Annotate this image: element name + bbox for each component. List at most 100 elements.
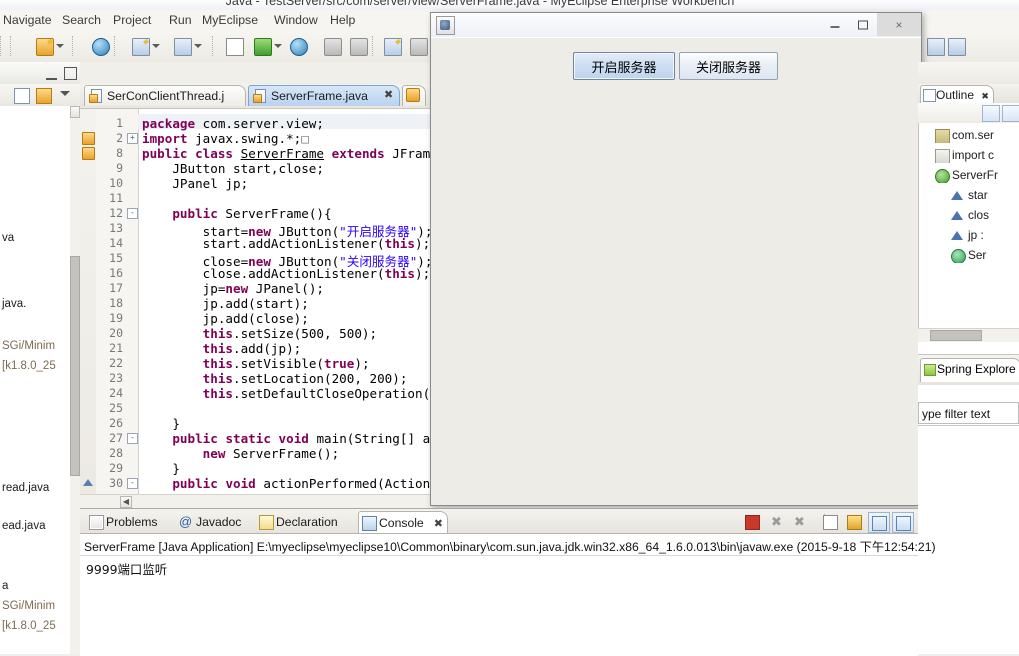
sort-outline-icon[interactable] bbox=[1002, 105, 1019, 122]
minimize-button[interactable] bbox=[821, 13, 849, 36]
terminate-button[interactable] bbox=[742, 512, 762, 531]
save-button[interactable] bbox=[90, 36, 110, 56]
tab-javadoc[interactable]: @ Javadoc bbox=[176, 511, 254, 533]
tab-problems[interactable]: Problems bbox=[86, 511, 174, 533]
editor-tab-close-icon[interactable]: ✖ bbox=[384, 90, 395, 101]
warning-marker-icon[interactable] bbox=[82, 147, 95, 160]
tab-spring-explorer[interactable]: Spring Explore bbox=[920, 358, 1019, 382]
close-icon: × bbox=[895, 17, 903, 32]
editor-tab-2[interactable]: ServerFrame.java ✖ bbox=[248, 85, 400, 106]
outline-row[interactable]: Ser bbox=[951, 247, 1019, 263]
package-explorer-row[interactable]: k1.8.0_25] bbox=[0, 360, 70, 374]
scroll-left-arrow[interactable]: ◀ bbox=[120, 496, 132, 508]
stop-icon bbox=[745, 515, 760, 530]
menu-run[interactable]: Run bbox=[166, 13, 195, 27]
new-wizard-button[interactable]: ✦ bbox=[34, 36, 54, 56]
display-console-icon bbox=[896, 516, 911, 531]
outline-close-icon[interactable]: ✖ bbox=[981, 91, 989, 101]
link-with-editor-icon[interactable] bbox=[36, 88, 52, 104]
outline-scroll-thumb[interactable] bbox=[930, 330, 982, 341]
outline-row[interactable]: clos bbox=[951, 207, 1019, 223]
fold-collapse-icon[interactable]: - bbox=[127, 478, 138, 489]
outline-row-label: import c bbox=[952, 148, 994, 162]
package-explorer-tree[interactable]: va .java SGi/Minim k1.8.0_25] read.java ead.j… bbox=[0, 106, 80, 654]
report-button[interactable]: ✦ bbox=[382, 36, 402, 56]
view-menu-icon[interactable] bbox=[60, 91, 70, 96]
fold-expand-icon[interactable]: + bbox=[127, 133, 138, 144]
package-explorer-row[interactable]: va bbox=[0, 232, 70, 246]
outline-view: Outline ✖ com.ser import c ServerFr star clo… bbox=[918, 84, 1019, 342]
scroll-up-arrow[interactable] bbox=[70, 106, 80, 118]
server-frame-window[interactable]: × 开启服务器 关闭服务器 bbox=[430, 12, 922, 506]
tab-declaration[interactable]: Declaration bbox=[256, 511, 356, 533]
menu-window[interactable]: Window bbox=[271, 13, 321, 27]
pin-console-button[interactable] bbox=[868, 512, 890, 533]
clear-console-button[interactable] bbox=[820, 512, 840, 531]
maximize-button[interactable] bbox=[849, 13, 877, 36]
search-web-button[interactable] bbox=[408, 36, 428, 56]
outline-row[interactable]: jp : bbox=[951, 227, 1019, 243]
collapse-all-icon[interactable] bbox=[14, 88, 30, 104]
package-explorer-row[interactable]: read.java bbox=[0, 482, 70, 496]
problems-icon bbox=[89, 515, 104, 530]
outline-tree[interactable]: com.ser import c ServerFr star clos jp : Ser bbox=[918, 123, 1019, 328]
stop-server-button[interactable]: 关闭服务器 bbox=[679, 52, 778, 80]
package-explorer-row[interactable]: ead.java bbox=[0, 520, 70, 534]
editor-tab-1[interactable]: SerConClientThread.j bbox=[84, 85, 246, 106]
outline-row[interactable]: ServerFr bbox=[935, 167, 1019, 183]
package-explorer-row[interactable]: k1.8.0_25] bbox=[0, 620, 70, 634]
menu-myeclipse[interactable]: MyEclipse bbox=[199, 13, 261, 27]
line-number: 27 bbox=[109, 431, 123, 445]
package-explorer-row[interactable]: SGi/Minim bbox=[0, 600, 70, 614]
deploy-button[interactable] bbox=[172, 36, 192, 56]
package-explorer-row[interactable]: SGi/Minim bbox=[0, 340, 70, 354]
start-server-button[interactable]: 开启服务器 bbox=[573, 52, 675, 80]
new-web-project-dropdown[interactable] bbox=[152, 43, 161, 50]
menu-project[interactable]: Project bbox=[110, 13, 154, 27]
marker-bar[interactable] bbox=[80, 109, 97, 495]
package-explorer-row[interactable]: a bbox=[0, 580, 70, 594]
external-tools-button[interactable] bbox=[224, 36, 244, 56]
outline-row[interactable]: import c bbox=[935, 147, 1019, 163]
toggle-block-selection-button[interactable] bbox=[925, 36, 945, 56]
filter-placeholder: ype filter text bbox=[922, 407, 991, 421]
new-wizard-dropdown[interactable] bbox=[56, 43, 65, 50]
deploy-dropdown[interactable] bbox=[194, 43, 203, 50]
tab-console[interactable]: Console ✖ bbox=[358, 511, 448, 533]
line-number: 15 bbox=[109, 251, 123, 265]
close-button[interactable]: × bbox=[877, 13, 921, 36]
scroll-thumb[interactable] bbox=[70, 256, 80, 476]
code-line: this.setSize(500, 500); bbox=[202, 326, 378, 341]
outline-row-label: Ser bbox=[968, 248, 987, 262]
filter-text-input[interactable]: ype filter text bbox=[918, 402, 1019, 424]
console-tab-close-icon[interactable]: ✖ bbox=[434, 517, 443, 530]
outline-horizontal-scrollbar[interactable] bbox=[918, 328, 1019, 342]
minimize-view-icon[interactable] bbox=[46, 67, 57, 80]
fold-collapse-icon[interactable]: - bbox=[127, 433, 138, 444]
run-dropdown[interactable] bbox=[274, 43, 283, 50]
new-web-project-button[interactable]: ✦ bbox=[130, 36, 150, 56]
package-explorer-row[interactable]: .java bbox=[0, 298, 70, 312]
console-output[interactable]: ServerFrame [Java Application] E:\myecli… bbox=[80, 533, 936, 656]
menu-search[interactable]: Search bbox=[59, 13, 104, 27]
browser-button[interactable] bbox=[288, 36, 308, 56]
warning-marker-icon[interactable] bbox=[82, 132, 95, 145]
collapse-all-outline-icon[interactable] bbox=[982, 105, 1000, 122]
code-line: this.add(jp); bbox=[202, 341, 302, 356]
maximize-view-icon[interactable] bbox=[64, 67, 77, 80]
menu-help[interactable]: Help bbox=[327, 13, 358, 27]
fold-collapse-icon[interactable]: - bbox=[127, 208, 138, 219]
outline-row[interactable]: star bbox=[951, 187, 1019, 203]
display-console-button[interactable] bbox=[892, 512, 914, 533]
outline-row[interactable]: com.ser bbox=[935, 127, 1019, 143]
menu-navigate[interactable]: Navigate bbox=[0, 13, 55, 27]
show-whitespace-button[interactable] bbox=[946, 36, 966, 56]
forward-button[interactable] bbox=[348, 36, 368, 56]
line-number: 2 bbox=[116, 131, 123, 145]
line-number: 16 bbox=[109, 266, 123, 280]
scroll-lock-button[interactable] bbox=[844, 512, 864, 531]
toolbar-separator bbox=[372, 36, 375, 56]
back-button[interactable] bbox=[322, 36, 342, 56]
package-explorer-scrollbar[interactable] bbox=[70, 106, 80, 654]
run-button[interactable] bbox=[252, 36, 272, 56]
